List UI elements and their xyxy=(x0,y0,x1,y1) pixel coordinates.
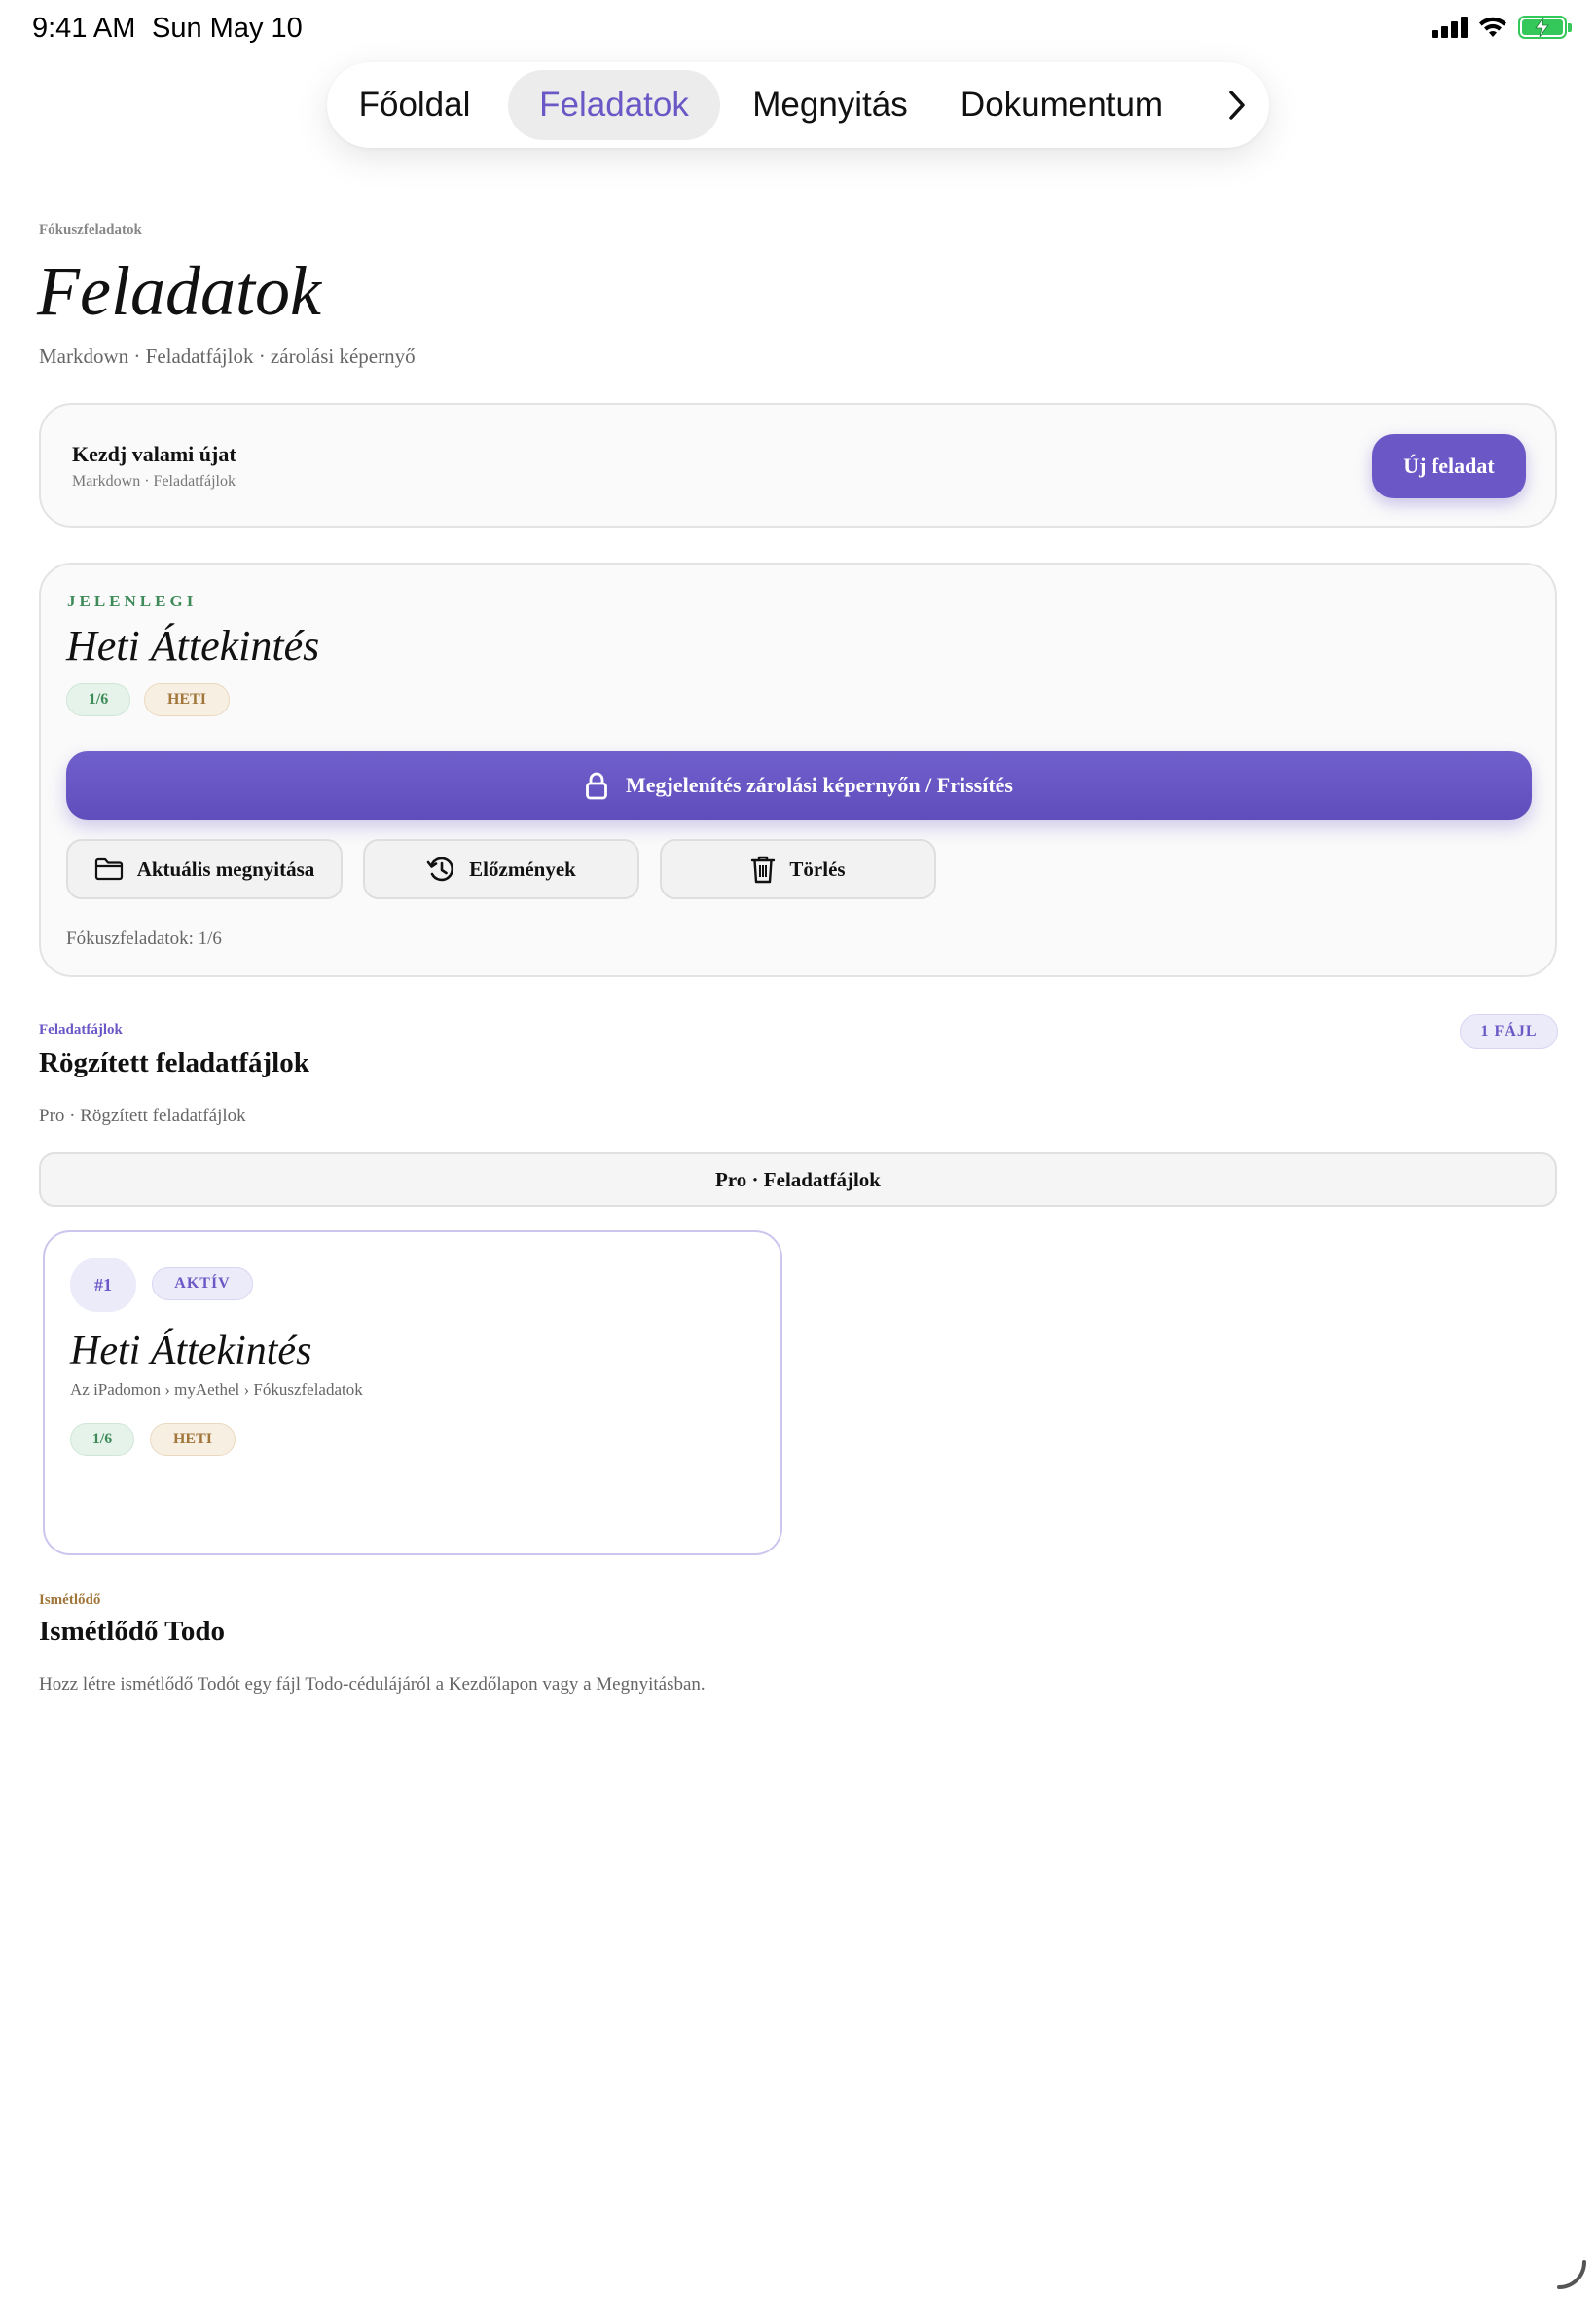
delete-label: Törlés xyxy=(789,857,846,881)
files-count-badge: 1 FÁJL xyxy=(1460,1014,1558,1049)
cellular-icon xyxy=(1432,17,1468,38)
status-time: 9:41 AM xyxy=(32,13,136,44)
recurring-title: Ismétlődő Todo xyxy=(39,1616,225,1647)
page-kicker: Fókuszfeladatok xyxy=(39,222,142,237)
activity-indicator-icon xyxy=(1557,2260,1586,2289)
new-task-button[interactable]: Új feladat xyxy=(1372,434,1526,498)
recurring-kicker: Ismétlődő xyxy=(39,1592,101,1608)
chevron-right-icon xyxy=(1229,91,1245,120)
new-task-subtitle: Markdown · Feladatfájlok xyxy=(72,473,236,490)
page-subtitle: Markdown · Feladatfájlok · zárolási képe… xyxy=(39,345,416,368)
file-path: Az iPadomon › myAethel › Fókuszfeladatok xyxy=(70,1380,363,1399)
history-label: Előzmények xyxy=(469,857,576,881)
file-number-badge: #1 xyxy=(70,1258,136,1312)
lock-screen-button[interactable]: Megjelenítés zárolási képernyőn / Frissí… xyxy=(66,751,1532,820)
status-icons xyxy=(1432,16,1572,39)
focus-count: Fókuszfeladatok: 1/6 xyxy=(66,929,222,949)
file-frequency-badge: HETI xyxy=(150,1423,236,1456)
file-progress-badge: 1/6 xyxy=(70,1423,134,1456)
progress-badge: 1/6 xyxy=(66,683,130,716)
trash-icon xyxy=(751,856,776,884)
current-eyebrow: JELENLEGI xyxy=(67,592,198,610)
tab-fooldal[interactable]: Főoldal xyxy=(354,70,475,140)
current-task-card: JELENLEGI Heti Áttekintés 1/6 HETI Megje… xyxy=(39,563,1557,977)
frequency-badge: HETI xyxy=(144,683,230,716)
lock-icon xyxy=(586,772,607,800)
open-current-button[interactable]: Aktuális megnyitása xyxy=(66,839,343,899)
file-title: Heti Áttekintés xyxy=(70,1329,312,1373)
tab-bar: Főoldal Feladatok Megnyitás Dokumentum xyxy=(327,62,1269,148)
tab-feladatok[interactable]: Feladatok xyxy=(508,70,720,140)
files-kicker: Feladatfájlok xyxy=(39,1022,123,1038)
tab-megnyitas[interactable]: Megnyitás xyxy=(747,70,913,140)
open-current-label: Aktuális megnyitása xyxy=(136,857,315,881)
history-icon xyxy=(426,857,454,882)
history-button[interactable]: Előzmények xyxy=(363,839,639,899)
folder-icon xyxy=(94,857,123,881)
new-task-title: Kezdj valami újat xyxy=(72,442,236,466)
file-status-badge: AKTÍV xyxy=(152,1267,253,1300)
recurring-description: Hozz létre ismétlődő Todót egy fájl Todo… xyxy=(39,1674,706,1695)
files-title: Rögzített feladatfájlok xyxy=(39,1047,309,1078)
page-title: Feladatok xyxy=(37,252,321,330)
pro-files-button[interactable]: Pro · Feladatfájlok xyxy=(39,1152,1557,1207)
battery-charging-icon xyxy=(1518,16,1572,39)
current-task-title: Heti Áttekintés xyxy=(66,622,320,670)
status-date: Sun May 10 xyxy=(152,13,303,44)
new-task-card: Kezdj valami újat Markdown · Feladatfájl… xyxy=(39,403,1557,528)
tab-dokumentum[interactable]: Dokumentum xyxy=(958,70,1166,140)
file-card[interactable]: #1 AKTÍV Heti Áttekintés Az iPadomon › m… xyxy=(43,1230,782,1555)
tab-more-button[interactable] xyxy=(1213,70,1261,140)
wifi-icon xyxy=(1479,17,1506,37)
lock-screen-label: Megjelenítés zárolási képernyőn / Frissí… xyxy=(626,773,1013,797)
files-subtitle: Pro · Rögzített feladatfájlok xyxy=(39,1106,246,1126)
delete-button[interactable]: Törlés xyxy=(660,839,936,899)
status-bar: 9:41 AM Sun May 10 xyxy=(0,0,1596,60)
